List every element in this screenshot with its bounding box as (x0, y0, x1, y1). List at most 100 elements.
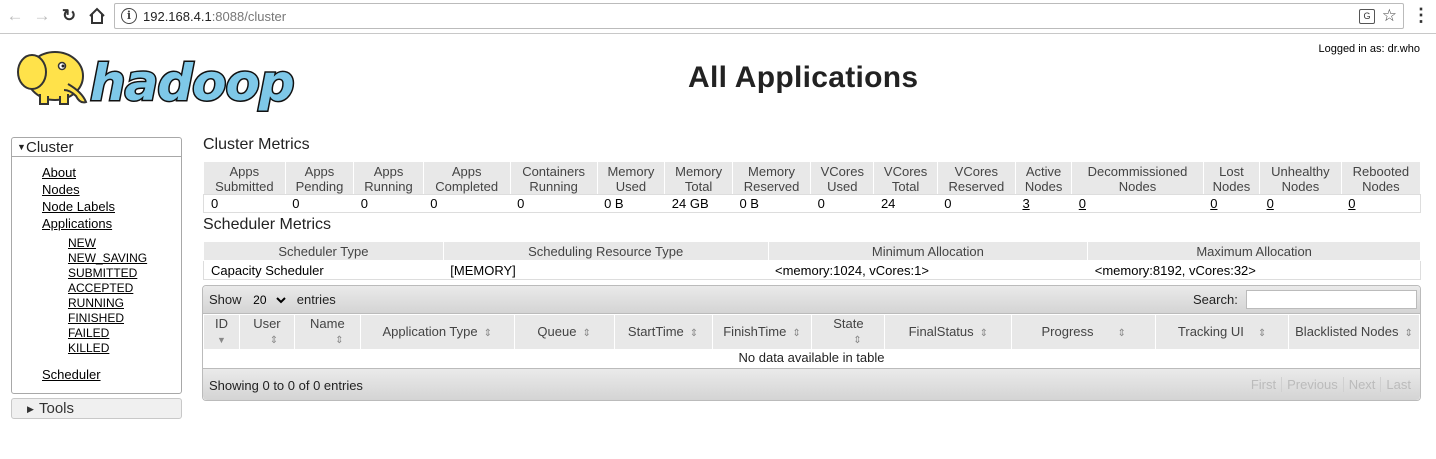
metric-header: Apps Pending (284, 161, 355, 195)
metric-header: Lost Nodes (1202, 161, 1261, 195)
url-text: 192.168.4.1:8088/cluster (143, 9, 287, 24)
column-header-starttime[interactable]: StartTime ⇕ (613, 314, 713, 350)
sidebar-state-finished[interactable]: FINISHED (68, 311, 124, 325)
forward-arrow-icon[interactable]: → (31, 5, 53, 27)
search-label: Search: (1193, 292, 1238, 307)
back-arrow-icon[interactable]: ← (4, 5, 26, 27)
sidebar-item-applications[interactable]: Applications (42, 216, 112, 231)
scheduler-header: Minimum Allocation (767, 241, 1089, 261)
column-header-queue[interactable]: Queue ⇕ (513, 314, 615, 350)
search-input[interactable] (1246, 290, 1417, 309)
metric-decommissioned-nodes: 0 (1071, 194, 1204, 213)
column-header-name[interactable]: Name ⇕ (293, 314, 361, 350)
sidebar-item-scheduler[interactable]: Scheduler (42, 367, 101, 382)
home-icon[interactable] (86, 5, 108, 27)
entries-length-control: Show 20 entries (209, 292, 336, 308)
address-bar[interactable]: i 192.168.4.1:8088/cluster G ☆ (114, 3, 1404, 29)
scheduler-type-value: Capacity Scheduler (203, 260, 444, 280)
browser-menu-icon[interactable]: ⋮ (1412, 3, 1430, 27)
unhealthy-nodes-link[interactable]: 0 (1267, 196, 1274, 211)
column-header-progress[interactable]: Progress ⇕ (1011, 314, 1157, 350)
metric-header: VCores Total (873, 161, 938, 195)
sidebar-item-about[interactable]: About (42, 165, 76, 180)
sort-icon: ⇕ (269, 335, 279, 346)
metric-containers-running: 0 (510, 194, 598, 213)
column-header-finalstatus[interactable]: FinalStatus ⇕ (884, 314, 1013, 350)
column-header-application-type[interactable]: Application Type ⇕ (359, 314, 515, 350)
sidebar-item-nodes[interactable]: Nodes (42, 182, 80, 197)
scheduler-header: Scheduling Resource Type (442, 241, 769, 261)
scheduler-metrics-table: Scheduler Type Scheduling Resource Type … (203, 241, 1421, 280)
sidebar-state-failed[interactable]: FAILED (68, 326, 109, 340)
lost-nodes-link[interactable]: 0 (1210, 196, 1217, 211)
bookmark-star-icon[interactable]: ☆ (1382, 6, 1397, 26)
sort-icon: ⇕ (853, 335, 862, 346)
metric-header: Memory Total (664, 161, 733, 195)
applications-header-row: ID ▼ User ⇕ Name ⇕ Application Type ⇕ Queue ⇕… (203, 314, 1420, 350)
translate-icon[interactable]: G (1359, 9, 1375, 24)
maximum-allocation-value: <memory:8192, vCores:32> (1087, 260, 1421, 280)
sidebar-state-new[interactable]: NEW (68, 236, 96, 250)
applications-table-widget: Show 20 entries Search: ID ▼ User ⇕ Name ⇕ … (202, 285, 1421, 401)
scheduler-metrics-header-row: Scheduler Type Scheduling Resource Type … (203, 241, 1421, 261)
sort-icon: ⇕ (1257, 327, 1267, 339)
metric-active-nodes: 3 (1015, 194, 1072, 213)
decommissioned-nodes-link[interactable]: 0 (1079, 196, 1086, 211)
metric-header: Containers Running (509, 161, 598, 195)
metric-header: VCores Used (810, 161, 875, 195)
tools-menu-header[interactable]: ▶ Tools (11, 398, 182, 419)
metric-header: Apps Running (353, 161, 424, 195)
sidebar: ▼ Cluster About Nodes Node Labels Applica… (11, 137, 182, 419)
sort-icon: ⇕ (979, 327, 989, 339)
entries-info: Showing 0 to 0 of 0 entries (209, 378, 363, 393)
entries-select[interactable]: 20 (249, 292, 290, 308)
chevron-right-icon: ▶ (27, 404, 34, 414)
cluster-menu: ▼ Cluster About Nodes Node Labels Applica… (11, 137, 182, 394)
rebooted-nodes-link[interactable]: 0 (1348, 196, 1355, 211)
column-header-state[interactable]: State ⇕ (811, 314, 886, 350)
column-header-tracking-ui[interactable]: Tracking UI ⇕ (1155, 314, 1290, 350)
sort-icon: ⇕ (1404, 327, 1413, 339)
logged-in-label: Logged in as: dr.who (1318, 43, 1420, 55)
reload-icon[interactable]: ↻ (58, 5, 80, 27)
sidebar-state-killed[interactable]: KILLED (68, 341, 109, 355)
column-header-finishtime[interactable]: FinishTime ⇕ (711, 314, 813, 350)
sidebar-state-running[interactable]: RUNNING (68, 296, 124, 310)
pager-previous-button[interactable]: Previous (1281, 377, 1343, 392)
cluster-metrics-table: Apps Submitted Apps Pending Apps Running Ap… (203, 161, 1422, 213)
column-header-id[interactable]: ID ▼ (203, 314, 240, 350)
column-header-user[interactable]: User ⇕ (238, 314, 295, 350)
info-icon[interactable]: i (121, 8, 137, 24)
sidebar-state-submitted[interactable]: SUBMITTED (68, 266, 137, 280)
active-nodes-link[interactable]: 3 (1022, 196, 1029, 211)
pager-first-button[interactable]: First (1246, 377, 1281, 392)
column-header-blacklisted-nodes[interactable]: Blacklisted Nodes ⇕ (1288, 314, 1420, 350)
sort-icon: ⇕ (1117, 327, 1126, 339)
sidebar-state-new-saving[interactable]: NEW_SAVING (68, 251, 147, 265)
metric-apps-pending: 0 (285, 194, 354, 213)
sidebar-state-accepted[interactable]: ACCEPTED (68, 281, 133, 295)
sort-icon: ⇕ (792, 327, 801, 339)
metric-memory-reserved: 0 B (732, 194, 811, 213)
metric-header: Decommissioned Nodes (1071, 161, 1204, 195)
cluster-metrics-row: 0 0 0 0 0 0 B 24 GB 0 B 0 24 0 3 0 0 0 0 (203, 194, 1422, 213)
pager-next-button[interactable]: Next (1342, 377, 1381, 392)
hadoop-logo[interactable]: hadoop (10, 40, 315, 114)
cluster-menu-header[interactable]: ▼ Cluster (12, 138, 181, 157)
applications-table: ID ▼ User ⇕ Name ⇕ Application Type ⇕ Queue ⇕… (203, 314, 1420, 350)
sort-icon: ⇕ (335, 335, 344, 346)
metric-header: Rebooted Nodes (1340, 161, 1422, 195)
cluster-metrics-header-row: Apps Submitted Apps Pending Apps Running Ap… (203, 161, 1422, 195)
metric-rebooted-nodes: 0 (1341, 194, 1422, 213)
sidebar-item-node-labels[interactable]: Node Labels (42, 199, 115, 214)
scheduler-header: Maximum Allocation (1087, 241, 1421, 261)
sort-icon: ⇕ (689, 327, 699, 339)
metric-apps-submitted: 0 (203, 194, 286, 213)
metric-header: Apps Completed (422, 161, 511, 195)
metric-apps-completed: 0 (423, 194, 511, 213)
pager-last-button[interactable]: Last (1380, 377, 1416, 392)
browser-toolbar: ← → ↻ i 192.168.4.1:8088/cluster G ☆ ⋮ (0, 0, 1436, 34)
scheduler-metrics-row: Capacity Scheduler [MEMORY] <memory:1024… (203, 260, 1421, 280)
metric-header: Unhealthy Nodes (1259, 161, 1342, 195)
scheduler-metrics-title: Scheduler Metrics (203, 216, 332, 233)
